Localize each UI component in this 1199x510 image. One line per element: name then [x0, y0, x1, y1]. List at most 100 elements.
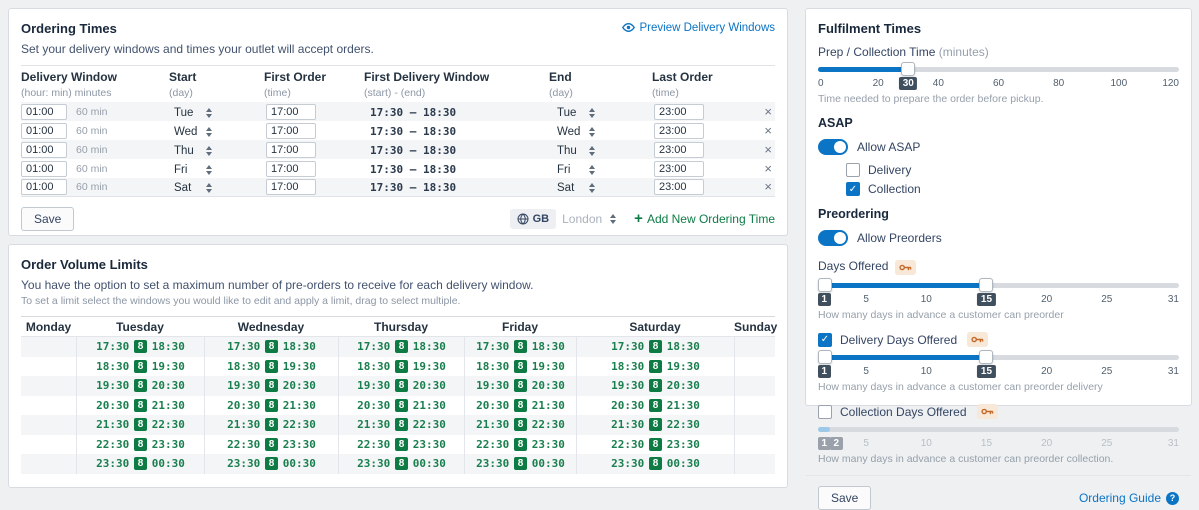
- delivery-window-input[interactable]: [21, 179, 67, 195]
- first-order-input[interactable]: [266, 104, 316, 120]
- start-day-select[interactable]: Thu: [174, 145, 212, 157]
- start-day-select[interactable]: Wed: [174, 126, 212, 138]
- volume-slot[interactable]: 20:30 8 21:30: [611, 399, 700, 412]
- asap-collection-checkbox[interactable]: ✓: [846, 182, 860, 196]
- volume-slot[interactable]: 19:30 8 20:30: [611, 379, 700, 392]
- slider-handle[interactable]: [818, 278, 832, 292]
- slider-handle[interactable]: [979, 350, 993, 364]
- delivery-window-input[interactable]: [21, 142, 67, 158]
- volume-slot[interactable]: 19:30 8 20:30: [227, 379, 316, 392]
- column-subheader: (hour: min) minutes: [21, 87, 111, 99]
- end-day-select[interactable]: Fri: [557, 164, 595, 176]
- remove-row-icon[interactable]: ×: [764, 180, 772, 194]
- delivery-window-input[interactable]: [21, 161, 67, 177]
- slider-track[interactable]: [818, 283, 1179, 288]
- slider-tick-label: 15: [981, 438, 992, 449]
- timezone-select[interactable]: GB London: [510, 209, 623, 229]
- volume-slot[interactable]: 23:30 8 00:30: [476, 457, 565, 470]
- slider-track[interactable]: [818, 67, 1179, 72]
- select-arrows-icon: [206, 108, 212, 118]
- slider-handle[interactable]: [818, 350, 832, 364]
- volume-slot[interactable]: 22:30 8 23:30: [227, 438, 316, 451]
- slider-tick-label: 10: [921, 438, 932, 449]
- volume-slot[interactable]: 20:30 8 21:30: [476, 399, 565, 412]
- first-delivery-window-value: 17:30 – 18:30: [370, 125, 456, 138]
- first-order-input[interactable]: [266, 123, 316, 139]
- order-limit-badge: 8: [134, 438, 147, 451]
- volume-slot[interactable]: 17:30 8 18:30: [96, 340, 185, 353]
- volume-slot[interactable]: 21:30 8 22:30: [96, 418, 185, 431]
- allow-preorders-toggle[interactable]: [818, 230, 848, 246]
- last-order-input[interactable]: [654, 179, 704, 195]
- first-order-input[interactable]: [266, 161, 316, 177]
- premium-feature-icon: [977, 404, 998, 419]
- volume-slot[interactable]: 22:30 8 23:30: [357, 438, 446, 451]
- delivery-window-input[interactable]: [21, 104, 67, 120]
- collection-days-offered-help: How many days in advance a customer can …: [818, 453, 1179, 465]
- collection-days-offered-checkbox[interactable]: [818, 405, 832, 419]
- volume-slot[interactable]: 19:30 8 20:30: [476, 379, 565, 392]
- volume-slot[interactable]: 23:30 8 00:30: [611, 457, 700, 470]
- days-offered-help: How many days in advance a customer can …: [818, 309, 1179, 321]
- volume-slot[interactable]: 17:30 8 18:30: [227, 340, 316, 353]
- select-arrows-icon: [206, 127, 212, 137]
- remove-row-icon[interactable]: ×: [764, 105, 772, 119]
- volume-slot[interactable]: 18:30 8 19:30: [476, 360, 565, 373]
- start-day-select[interactable]: Sat: [174, 182, 212, 194]
- first-order-input[interactable]: [266, 142, 316, 158]
- order-limit-badge: 8: [134, 399, 147, 412]
- volume-slot[interactable]: 23:30 8 00:30: [227, 457, 316, 470]
- last-order-input[interactable]: [654, 161, 704, 177]
- volume-slot[interactable]: 20:30 8 21:30: [96, 399, 185, 412]
- save-fulfilment-times-button[interactable]: Save: [818, 486, 871, 510]
- volume-slot[interactable]: 17:30 8 18:30: [476, 340, 565, 353]
- volume-slot-row: 20:30 8 21:30 20:30 8 21:30 20:30 8 21:3…: [21, 396, 775, 416]
- slider-track[interactable]: [818, 355, 1179, 360]
- volume-slot-row: 22:30 8 23:30 22:30 8 23:30 22:30 8 23:3…: [21, 435, 775, 455]
- slider-track[interactable]: [818, 427, 1179, 432]
- asap-delivery-checkbox[interactable]: [846, 163, 860, 177]
- volume-slot[interactable]: 20:30 8 21:30: [357, 399, 446, 412]
- remove-row-icon[interactable]: ×: [764, 143, 772, 157]
- last-order-input[interactable]: [654, 142, 704, 158]
- volume-slot[interactable]: 23:30 8 00:30: [96, 457, 185, 470]
- volume-slot[interactable]: 21:30 8 22:30: [611, 418, 700, 431]
- preview-delivery-windows-link[interactable]: Preview Delivery Windows: [622, 21, 775, 34]
- volume-slot[interactable]: 20:30 8 21:30: [227, 399, 316, 412]
- volume-slot[interactable]: 23:30 8 00:30: [357, 457, 446, 470]
- volume-slot[interactable]: 21:30 8 22:30: [227, 418, 316, 431]
- volume-slot[interactable]: 22:30 8 23:30: [476, 438, 565, 451]
- volume-slot[interactable]: 21:30 8 22:30: [357, 418, 446, 431]
- volume-slot[interactable]: 22:30 8 23:30: [96, 438, 185, 451]
- last-order-input[interactable]: [654, 123, 704, 139]
- volume-slot[interactable]: 18:30 8 19:30: [96, 360, 185, 373]
- delivery-window-input[interactable]: [21, 123, 67, 139]
- delivery-days-offered-checkbox[interactable]: ✓: [818, 333, 832, 347]
- remove-row-icon[interactable]: ×: [764, 124, 772, 138]
- volume-slot[interactable]: 18:30 8 19:30: [227, 360, 316, 373]
- last-order-input[interactable]: [654, 104, 704, 120]
- slider-handle[interactable]: [979, 278, 993, 292]
- ordering-guide-link[interactable]: Ordering Guide ?: [1079, 491, 1179, 505]
- volume-slot[interactable]: 18:30 8 19:30: [357, 360, 446, 373]
- slider-tick-label: 40: [933, 78, 944, 89]
- volume-slot[interactable]: 19:30 8 20:30: [96, 379, 185, 392]
- end-day-select[interactable]: Thu: [557, 145, 595, 157]
- end-day-select[interactable]: Sat: [557, 182, 595, 194]
- volume-slot[interactable]: 17:30 8 18:30: [357, 340, 446, 353]
- end-day-select[interactable]: Tue: [557, 107, 595, 119]
- start-day-select[interactable]: Tue: [174, 107, 212, 119]
- end-day-select[interactable]: Wed: [557, 126, 595, 138]
- add-new-ordering-time-link[interactable]: + Add New Ordering Time: [634, 212, 775, 226]
- volume-slot[interactable]: 21:30 8 22:30: [476, 418, 565, 431]
- save-ordering-times-button[interactable]: Save: [21, 207, 74, 231]
- volume-slot[interactable]: 17:30 8 18:30: [611, 340, 700, 353]
- volume-slot[interactable]: 18:30 8 19:30: [611, 360, 700, 373]
- allow-asap-toggle[interactable]: [818, 139, 848, 155]
- volume-slot[interactable]: 22:30 8 23:30: [611, 438, 700, 451]
- remove-row-icon[interactable]: ×: [764, 162, 772, 176]
- first-order-input[interactable]: [266, 179, 316, 195]
- start-day-select[interactable]: Fri: [174, 164, 212, 176]
- volume-slot[interactable]: 19:30 8 20:30: [357, 379, 446, 392]
- slider-handle[interactable]: [901, 62, 915, 76]
